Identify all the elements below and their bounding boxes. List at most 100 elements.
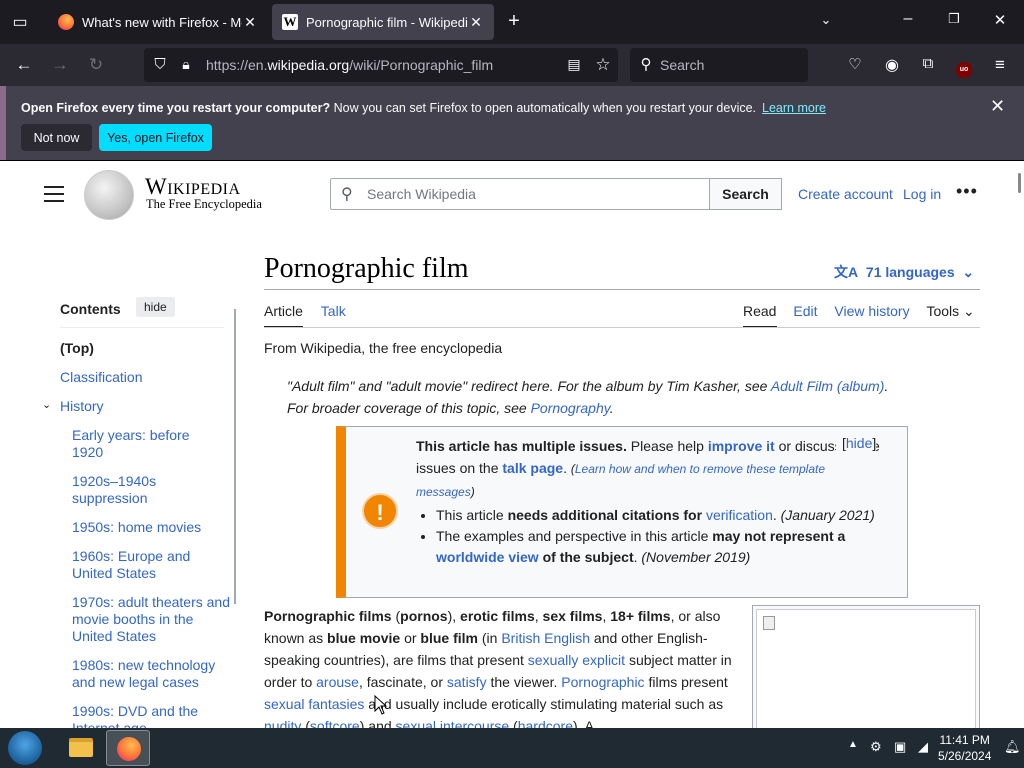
tab-talk[interactable]: Talk <box>321 303 346 319</box>
worldwide-view-link[interactable]: worldwide view <box>436 549 539 565</box>
toc-hide-button[interactable]: hide <box>136 297 175 317</box>
main-menu-icon[interactable] <box>44 186 64 207</box>
close-icon[interactable]: ✕ <box>990 96 1005 117</box>
search-bar[interactable]: ⚲ Search <box>630 48 808 82</box>
toc-subitem[interactable]: Early years: before 1920 <box>72 427 222 461</box>
page-scrollbar[interactable] <box>1018 173 1021 193</box>
wiki-search-input[interactable]: ⚲ Search Wikipedia <box>330 178 710 210</box>
start-button[interactable] <box>8 731 42 765</box>
minimize-icon[interactable]: – <box>898 10 918 28</box>
extensions-icon[interactable]: ⧉ <box>916 55 940 72</box>
notification-icon[interactable]: 🔔︎ <box>1004 739 1021 755</box>
toc-subitem[interactable]: 1970s: adult theaters and movie booths i… <box>72 594 232 645</box>
pocket-icon[interactable]: ♡ <box>843 55 867 73</box>
close-icon[interactable]: ✕ <box>242 14 258 31</box>
languages-button[interactable]: 文A 71 languages ⌄ <box>834 262 974 282</box>
more-options-icon[interactable]: ••• <box>956 181 978 202</box>
tab-title: Pornographic film - Wikipedia <box>306 14 468 30</box>
learn-more-link[interactable]: Learn more <box>762 101 826 115</box>
forward-icon[interactable]: → <box>48 55 72 75</box>
show-hidden-icons-icon[interactable]: ▲ <box>848 739 858 750</box>
improve-link[interactable]: improve it <box>708 438 775 454</box>
article-link[interactable]: nudity <box>264 718 301 728</box>
tab-edit[interactable]: Edit <box>793 303 817 319</box>
translate-icon: 文A <box>834 264 859 280</box>
maximize-icon[interactable]: ❐ <box>944 11 964 27</box>
firefox-view-icon[interactable]: ▭ <box>10 12 30 32</box>
hatnote: "Adult film" and "adult movie" redirect … <box>287 378 889 416</box>
login-link[interactable]: Log in <box>903 186 941 202</box>
open-firefox-button[interactable]: Yes, open Firefox <box>99 124 212 151</box>
tab-whats-new[interactable]: What's new with Firefox - More ✕ <box>48 4 268 40</box>
toc-subitem[interactable]: 1980s: new technology and new legal case… <box>72 657 232 691</box>
infobox-image[interactable] <box>756 609 976 728</box>
search-icon: ⚲ <box>640 56 652 73</box>
article-link[interactable]: hardcore <box>518 718 573 728</box>
url-text[interactable]: https://en.wikipedia.org/wiki/Pornograph… <box>206 57 493 73</box>
url-bar[interactable]: ⛉ 🔒︎ https://en.wikipedia.org/wiki/Porno… <box>144 48 618 82</box>
reload-icon[interactable]: ↻ <box>84 55 108 75</box>
network-icon[interactable]: ▣ <box>894 739 906 755</box>
divider <box>264 327 980 328</box>
chevron-down-icon[interactable]: ⌄ <box>816 12 836 28</box>
search-placeholder: Search <box>660 57 705 73</box>
toc-item[interactable]: History <box>60 398 104 415</box>
firefox-icon <box>58 14 74 30</box>
shield-icon[interactable]: ⛉ <box>148 56 172 73</box>
toc-title: Contents <box>60 301 121 317</box>
ublock-icon[interactable]: uo <box>952 56 976 78</box>
tab-article[interactable]: Article <box>264 303 303 319</box>
verification-link[interactable]: verification <box>706 507 773 523</box>
hatnote-link[interactable]: Pornography <box>531 400 610 416</box>
close-icon[interactable]: ✕ <box>468 14 484 31</box>
article-link[interactable]: satisfy <box>447 674 487 690</box>
volume-icon[interactable]: ◢ <box>918 739 928 755</box>
tab-view-history[interactable]: View history <box>834 303 909 319</box>
firefox-taskbar-icon[interactable] <box>106 730 150 766</box>
action-center-icon[interactable]: ⚙︎ <box>870 739 882 755</box>
notification-text: Open Firefox every time you restart your… <box>21 101 826 115</box>
bookmark-star-icon[interactable]: ☆ <box>591 55 615 75</box>
article-link[interactable]: sexual fantasies <box>264 696 364 712</box>
article-link[interactable]: softcore <box>310 718 360 728</box>
new-tab-icon[interactable]: + <box>504 10 524 33</box>
issues-list: This article needs additional citations … <box>436 505 886 568</box>
article-link[interactable]: British English <box>501 630 590 646</box>
article-link[interactable]: sexual intercourse <box>396 718 510 728</box>
notification-bar: Open Firefox every time you restart your… <box>0 86 1024 160</box>
toc-subitem[interactable]: 1950s: home movies <box>72 519 222 536</box>
reader-view-icon[interactable]: ▤ <box>562 56 586 73</box>
article-link[interactable]: arouse <box>316 674 359 690</box>
article-link[interactable]: sexually explicit <box>528 652 625 668</box>
toc-subitem[interactable]: 1960s: Europe and United States <box>72 548 222 582</box>
toc-item[interactable]: Classification <box>60 369 142 386</box>
article-link[interactable]: Pornographic <box>561 674 644 690</box>
wiki-search-button[interactable]: Search <box>709 178 782 210</box>
create-account-link[interactable]: Create account <box>798 186 893 202</box>
account-icon[interactable]: ◉ <box>880 55 904 75</box>
search-icon: ⚲ <box>341 186 353 203</box>
not-now-button[interactable]: Not now <box>21 124 92 151</box>
tab-read[interactable]: Read <box>743 303 776 319</box>
issues-box: ! This article has multiple issues. Plea… <box>336 426 908 598</box>
talk-page-link[interactable]: talk page <box>502 460 563 476</box>
clock[interactable]: 11:41 PM 5/26/2024 <box>938 732 991 764</box>
issues-text: This article has multiple issues. Please… <box>416 438 880 499</box>
hatnote-link[interactable]: Adult Film (album) <box>771 378 885 394</box>
toc-subitem[interactable]: 1990s: DVD and the Internet age <box>72 703 222 728</box>
menu-icon[interactable]: ≡ <box>988 55 1012 75</box>
toc-item-top[interactable]: (Top) <box>60 340 94 357</box>
tab-title: What's new with Firefox - More <box>82 14 242 30</box>
tab-tools[interactable]: Tools ⌄ <box>926 303 974 319</box>
wikipedia-tagline: The Free Encyclopedia <box>146 197 262 211</box>
wikipedia-logo[interactable] <box>84 170 134 220</box>
issues-hide[interactable]: [hide] <box>836 435 877 451</box>
tab-wikipedia[interactable]: W Pornographic film - Wikipedia ✕ <box>272 4 494 40</box>
toc-subitem[interactable]: 1920s–1940s suppression <box>72 473 222 507</box>
back-icon[interactable]: ← <box>12 55 36 75</box>
file-explorer-icon[interactable] <box>58 730 102 766</box>
chevron-down-icon[interactable]: ⌄ <box>42 397 51 414</box>
window-close-icon[interactable]: ✕ <box>990 11 1010 29</box>
lock-icon[interactable]: 🔒︎ <box>174 56 198 73</box>
toc-scrollbar[interactable] <box>234 309 236 604</box>
